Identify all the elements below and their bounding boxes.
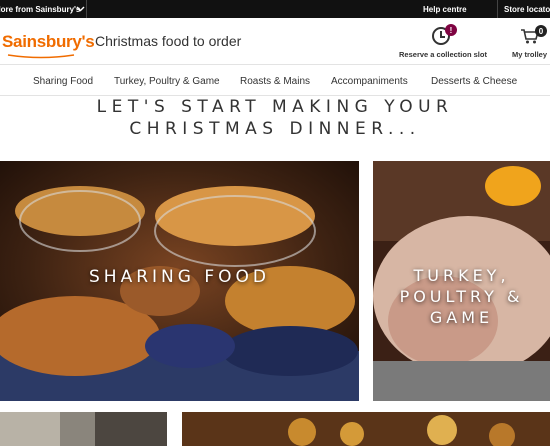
roasts-image bbox=[0, 412, 167, 446]
page-title: Christmas food to order bbox=[95, 33, 242, 49]
nav-item-accompaniments[interactable]: Accompaniments bbox=[331, 66, 408, 96]
reserve-label: Reserve a collection slot bbox=[399, 50, 487, 59]
card-sharing-food[interactable]: SHARING FOOD bbox=[0, 161, 359, 401]
card-turkey-label-line-2: POULTRY & bbox=[399, 287, 524, 306]
nav-item-desserts-cheese[interactable]: Desserts & Cheese bbox=[431, 66, 517, 96]
card-turkey-label: TURKEY, POULTRY & GAME bbox=[373, 265, 550, 328]
site-header: Sainsbury's Christmas food to order ! Re… bbox=[0, 18, 550, 65]
help-centre-link[interactable]: Help centre bbox=[423, 0, 467, 18]
card-accompaniments[interactable] bbox=[182, 412, 550, 446]
card-roasts-mains[interactable] bbox=[0, 412, 167, 446]
hero-line-2: CHRISTMAS DINNER... bbox=[129, 119, 421, 139]
hero-line-1: LET'S START MAKING YOUR bbox=[96, 97, 454, 117]
store-locator-link[interactable]: Store locator bbox=[497, 0, 550, 18]
category-nav: Sharing Food Turkey, Poultry & Game Roas… bbox=[0, 66, 550, 96]
trolley-count-badge: 0 bbox=[535, 25, 547, 37]
reserve-collection-slot-button[interactable]: ! Reserve a collection slot bbox=[398, 24, 488, 62]
card-turkey-label-line-3: GAME bbox=[429, 308, 494, 327]
store-locator-label: Store locator bbox=[504, 4, 550, 14]
sainsburys-logo[interactable]: Sainsbury's bbox=[2, 32, 95, 52]
nav-item-roasts-mains[interactable]: Roasts & Mains bbox=[240, 66, 310, 96]
card-sharing-food-label: SHARING FOOD bbox=[89, 267, 270, 287]
logo-swoosh-icon bbox=[7, 54, 75, 59]
utility-bar: More from Sainsbury's Help centre Store … bbox=[0, 0, 550, 18]
trolley-label: My trolley bbox=[512, 50, 548, 59]
my-trolley-button[interactable]: 0 My trolley bbox=[510, 24, 550, 62]
more-from-label: More from Sainsbury's bbox=[0, 4, 81, 14]
nav-item-turkey-poultry-game[interactable]: Turkey, Poultry & Game bbox=[114, 66, 220, 96]
chevron-down-icon[interactable] bbox=[74, 3, 86, 15]
accompaniments-image bbox=[182, 412, 550, 446]
nav-item-sharing-food[interactable]: Sharing Food bbox=[33, 66, 93, 96]
card-turkey-poultry-game[interactable]: TURKEY, POULTRY & GAME bbox=[373, 161, 550, 401]
card-turkey-label-line-1: TURKEY, bbox=[413, 266, 510, 285]
alert-badge: ! bbox=[445, 24, 457, 36]
hero-heading: LET'S START MAKING YOUR CHRISTMAS DINNER… bbox=[0, 96, 550, 156]
